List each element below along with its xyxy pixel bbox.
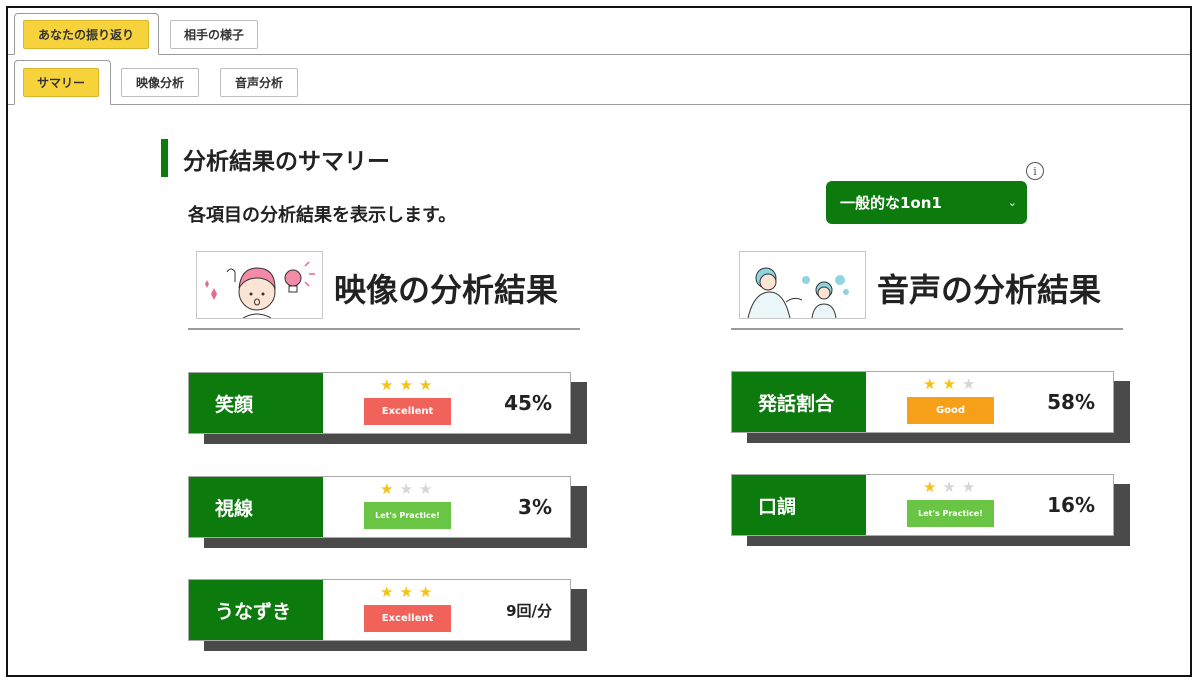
sub-tab-bar: サマリー 映像分析 音声分析 — [8, 54, 1190, 105]
star-icon: ★ — [399, 376, 413, 394]
tab-video-analysis[interactable]: 映像分析 — [121, 68, 199, 97]
video-illustration — [196, 251, 323, 319]
star-icon: ★ — [380, 480, 394, 498]
card-body: 笑顔 ★ ★ ★ Excellent 45% — [188, 372, 571, 434]
metric-card-tone: 口調 ★ ★ ★ Let's Practice! 16% — [731, 474, 1130, 546]
star-rating: ★ ★ ★ — [380, 376, 440, 394]
audio-illustration — [739, 251, 866, 319]
star-icon: ★ — [942, 375, 956, 393]
star-icon: ★ — [380, 583, 394, 601]
app-frame: あなたの振り返り 相手の様子 サマリー 映像分析 音声分析 分析結果のサマリー … — [6, 6, 1192, 677]
star-icon: ★ — [942, 478, 956, 496]
rating-badge: Excellent — [364, 605, 451, 632]
star-icon: ★ — [923, 375, 937, 393]
star-icon: ★ — [399, 583, 413, 601]
metric-label: 視線 — [189, 477, 323, 537]
section-title: 分析結果のサマリー — [183, 149, 390, 175]
star-icon: ★ — [399, 480, 413, 498]
people-talking-illustration — [747, 267, 849, 318]
tab-summary[interactable]: サマリー — [23, 68, 99, 97]
metric-value: 16% — [1047, 493, 1095, 517]
star-icon: ★ — [961, 375, 976, 393]
metric-label: 発話割合 — [732, 372, 866, 432]
dropdown-selected-value: 一般的な1on1 — [840, 194, 942, 212]
star-icon: ★ — [418, 376, 433, 394]
star-icon: ★ — [961, 478, 976, 496]
star-icon: ★ — [418, 583, 433, 601]
video-results-title: 映像の分析結果 — [334, 271, 559, 309]
star-icon: ★ — [380, 376, 394, 394]
star-rating: ★ ★ ★ — [923, 375, 983, 393]
metric-card-speech-ratio: 発話割合 ★ ★ ★ Good 58% — [731, 371, 1130, 443]
star-rating: ★ ★ ★ — [380, 583, 440, 601]
person-thinking-illustration — [205, 261, 315, 318]
audio-header-divider — [731, 328, 1123, 330]
scenario-dropdown[interactable]: 一般的な1on1 ⌄ — [826, 181, 1027, 224]
rating-badge: Excellent — [364, 398, 451, 425]
metric-card-gaze: 視線 ★ ★ ★ Let's Practice! 3% — [188, 476, 587, 548]
metric-card-smile: 笑顔 ★ ★ ★ Excellent 45% — [188, 372, 587, 444]
top-tab-bar: あなたの振り返り 相手の様子 — [8, 8, 1190, 55]
star-icon: ★ — [418, 480, 433, 498]
card-body: 口調 ★ ★ ★ Let's Practice! 16% — [731, 474, 1114, 536]
tab-my-reflection[interactable]: あなたの振り返り — [23, 20, 149, 49]
section-description: 各項目の分析結果を表示します。 — [188, 205, 457, 226]
audio-results-title: 音声の分析結果 — [877, 271, 1102, 309]
metric-value: 45% — [504, 391, 552, 415]
chevron-down-icon: ⌄ — [1007, 196, 1017, 209]
rating-badge: Let's Practice! — [907, 500, 994, 527]
metric-value: 58% — [1047, 390, 1095, 414]
info-icon[interactable]: i — [1026, 162, 1044, 180]
metric-label: うなずき — [189, 580, 323, 640]
card-body: 視線 ★ ★ ★ Let's Practice! 3% — [188, 476, 571, 538]
metric-label: 笑顔 — [189, 373, 323, 433]
metric-value: 9回/分 — [506, 601, 552, 620]
star-rating: ★ ★ ★ — [923, 478, 983, 496]
rating-badge: Let's Practice! — [364, 502, 451, 529]
section-accent-bar — [161, 139, 168, 177]
tab-partner-status[interactable]: 相手の様子 — [170, 20, 258, 49]
metric-card-nodding: うなずき ★ ★ ★ Excellent 9回/分 — [188, 579, 587, 651]
card-body: うなずき ★ ★ ★ Excellent 9回/分 — [188, 579, 571, 641]
video-header-divider — [188, 328, 580, 330]
star-rating: ★ ★ ★ — [380, 480, 440, 498]
star-icon: ★ — [923, 478, 937, 496]
card-body: 発話割合 ★ ★ ★ Good 58% — [731, 371, 1114, 433]
rating-badge: Good — [907, 397, 994, 424]
tab-audio-analysis[interactable]: 音声分析 — [220, 68, 298, 97]
metric-value: 3% — [518, 495, 552, 519]
metric-label: 口調 — [732, 475, 866, 535]
